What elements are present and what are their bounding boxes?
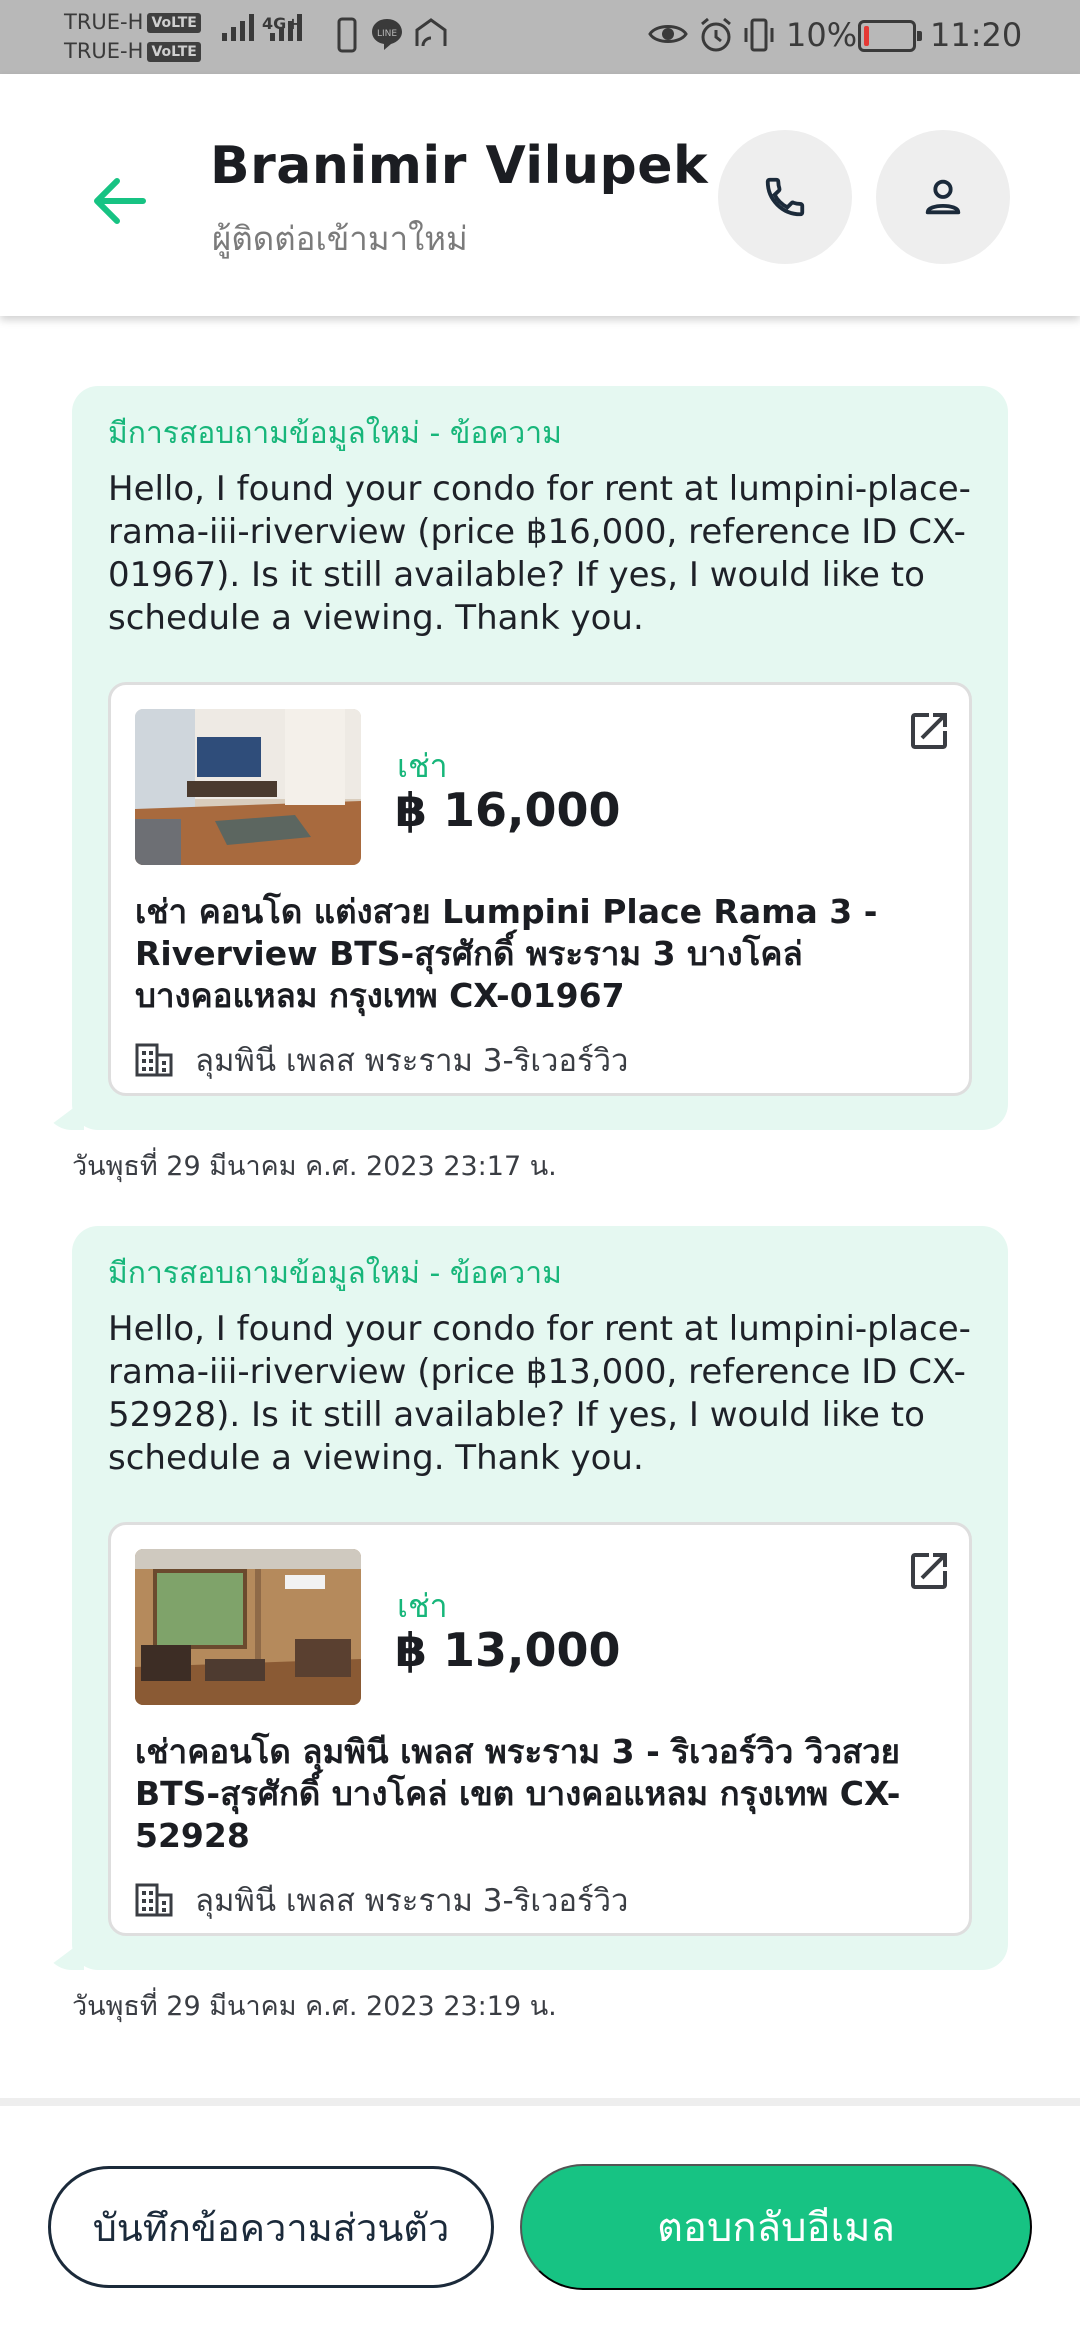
eye-icon xyxy=(648,25,688,43)
phone-icon xyxy=(337,17,357,53)
listing-photo xyxy=(135,1549,361,1705)
message-text: Hello, I found your condo for rent at lu… xyxy=(108,1309,971,1478)
signal-icon xyxy=(270,14,302,41)
volte-badge: VoLTE xyxy=(147,12,201,33)
battery-level-fill xyxy=(864,26,869,46)
inquiry-message: มีการสอบถามข้อมูลใหม่ - ข้อความ Hello, I… xyxy=(44,1226,1008,1970)
battery-icon xyxy=(858,20,922,52)
message-text: Hello, I found your condo for rent at lu… xyxy=(108,469,971,638)
listing-card[interactable]: เช่า ฿ 13,000 เช่าคอนโด ลุมพินี เพลส พระ… xyxy=(108,1522,972,1936)
vibrate-icon xyxy=(744,18,774,52)
person-icon xyxy=(925,179,961,215)
open-external-icon[interactable] xyxy=(905,707,953,755)
line-app-icon: LINE xyxy=(372,19,402,50)
bubble-tail xyxy=(44,1100,84,1130)
listing-project: ลุมพินี เพลส พระราม 3-ริเวอร์วิว xyxy=(135,1035,628,1085)
back-arrow-icon xyxy=(94,178,146,224)
status-bar: TRUE-H VoLTE TRUE-H VoLTE 4G+ LINE 10% 1… xyxy=(0,0,1080,74)
back-button[interactable] xyxy=(82,164,156,238)
private-note-button[interactable]: บันทึกข้อความส่วนตัว xyxy=(48,2166,494,2288)
alarm-icon xyxy=(701,17,731,52)
listing-photo xyxy=(135,709,361,865)
volte-badge: VoLTE xyxy=(147,41,201,62)
battery-percentage: 10% xyxy=(786,16,858,54)
building-icon xyxy=(135,1883,173,1917)
clock: 11:20 xyxy=(930,16,1023,54)
action-bar: บันทึกข้อความส่วนตัว ตอบกลับอีเมล xyxy=(0,2098,1080,2340)
call-button[interactable] xyxy=(718,130,852,264)
svg-text:LINE: LINE xyxy=(377,29,397,39)
inquiry-message: มีการสอบถามข้อมูลใหม่ - ข้อความ Hello, I… xyxy=(44,386,1008,1130)
message-timestamp: วันพุธที่ 29 มีนาคม ค.ศ. 2023 23:19 น. xyxy=(72,1991,557,2022)
carrier-2-label: TRUE-H xyxy=(64,39,144,63)
listing-title: เช่า คอนโด แต่งสวย Lumpini Place Rama 3 … xyxy=(135,892,878,1015)
listing-price: ฿ 13,000 xyxy=(395,1623,621,1677)
phone-icon xyxy=(765,177,805,217)
listing-price: ฿ 16,000 xyxy=(395,783,621,837)
cast-icon xyxy=(415,18,447,47)
building-icon xyxy=(135,1043,173,1077)
message-kicker: มีการสอบถามข้อมูลใหม่ - ข้อความ xyxy=(108,416,562,451)
listing-card[interactable]: เช่า ฿ 16,000 เช่า คอนโด แต่งสวย Lumpini… xyxy=(108,682,972,1096)
listing-title: เช่าคอนโด ลุมพินี เพลส พระราม 3 - ริเวอร… xyxy=(135,1732,901,1855)
project-name: ลุมพินี เพลส พระราม 3-ริเวอร์วิว xyxy=(195,1883,629,1919)
contact-name: Branimir Vilupek xyxy=(210,136,709,196)
message-kicker: มีการสอบถามข้อมูลใหม่ - ข้อความ xyxy=(108,1256,562,1291)
open-external-icon[interactable] xyxy=(905,1547,953,1595)
message-timestamp: วันพุธที่ 29 มีนาคม ค.ศ. 2023 23:17 น. xyxy=(72,1151,557,1182)
reply-email-button[interactable]: ตอบกลับอีเมล xyxy=(520,2164,1032,2290)
signal-icon xyxy=(222,14,254,41)
carrier-1-label: TRUE-H xyxy=(64,10,144,34)
contact-status: ผู้ติดต่อเข้ามาใหม่ xyxy=(212,219,468,258)
carrier-info: TRUE-H VoLTE TRUE-H VoLTE xyxy=(64,8,201,66)
bubble-tail xyxy=(44,1940,84,1970)
project-name: ลุมพินี เพลส พระราม 3-ริเวอร์วิว xyxy=(195,1043,629,1079)
conversation-header: Branimir Vilupek ผู้ติดต่อเข้ามาใหม่ xyxy=(0,74,1080,316)
contact-profile-button[interactable] xyxy=(876,130,1010,264)
listing-project: ลุมพินี เพลส พระราม 3-ริเวอร์วิว xyxy=(135,1875,628,1925)
